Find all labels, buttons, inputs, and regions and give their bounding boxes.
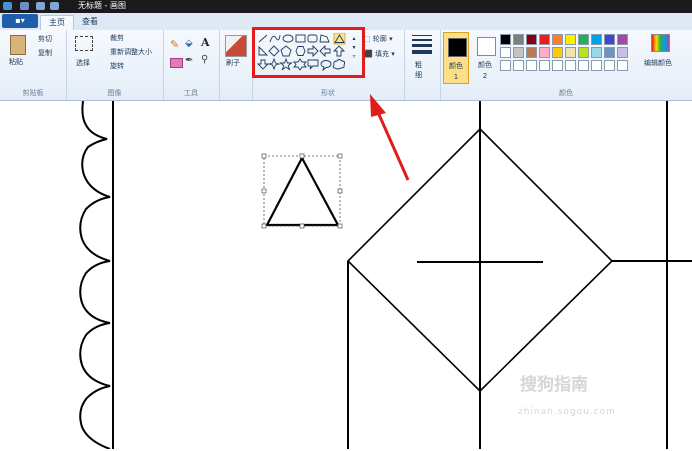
watermark-url: zhinan.sogou.com xyxy=(518,407,616,417)
red-arrow-annotation xyxy=(370,94,410,181)
watermark-text: 搜狗指南 xyxy=(520,375,588,395)
